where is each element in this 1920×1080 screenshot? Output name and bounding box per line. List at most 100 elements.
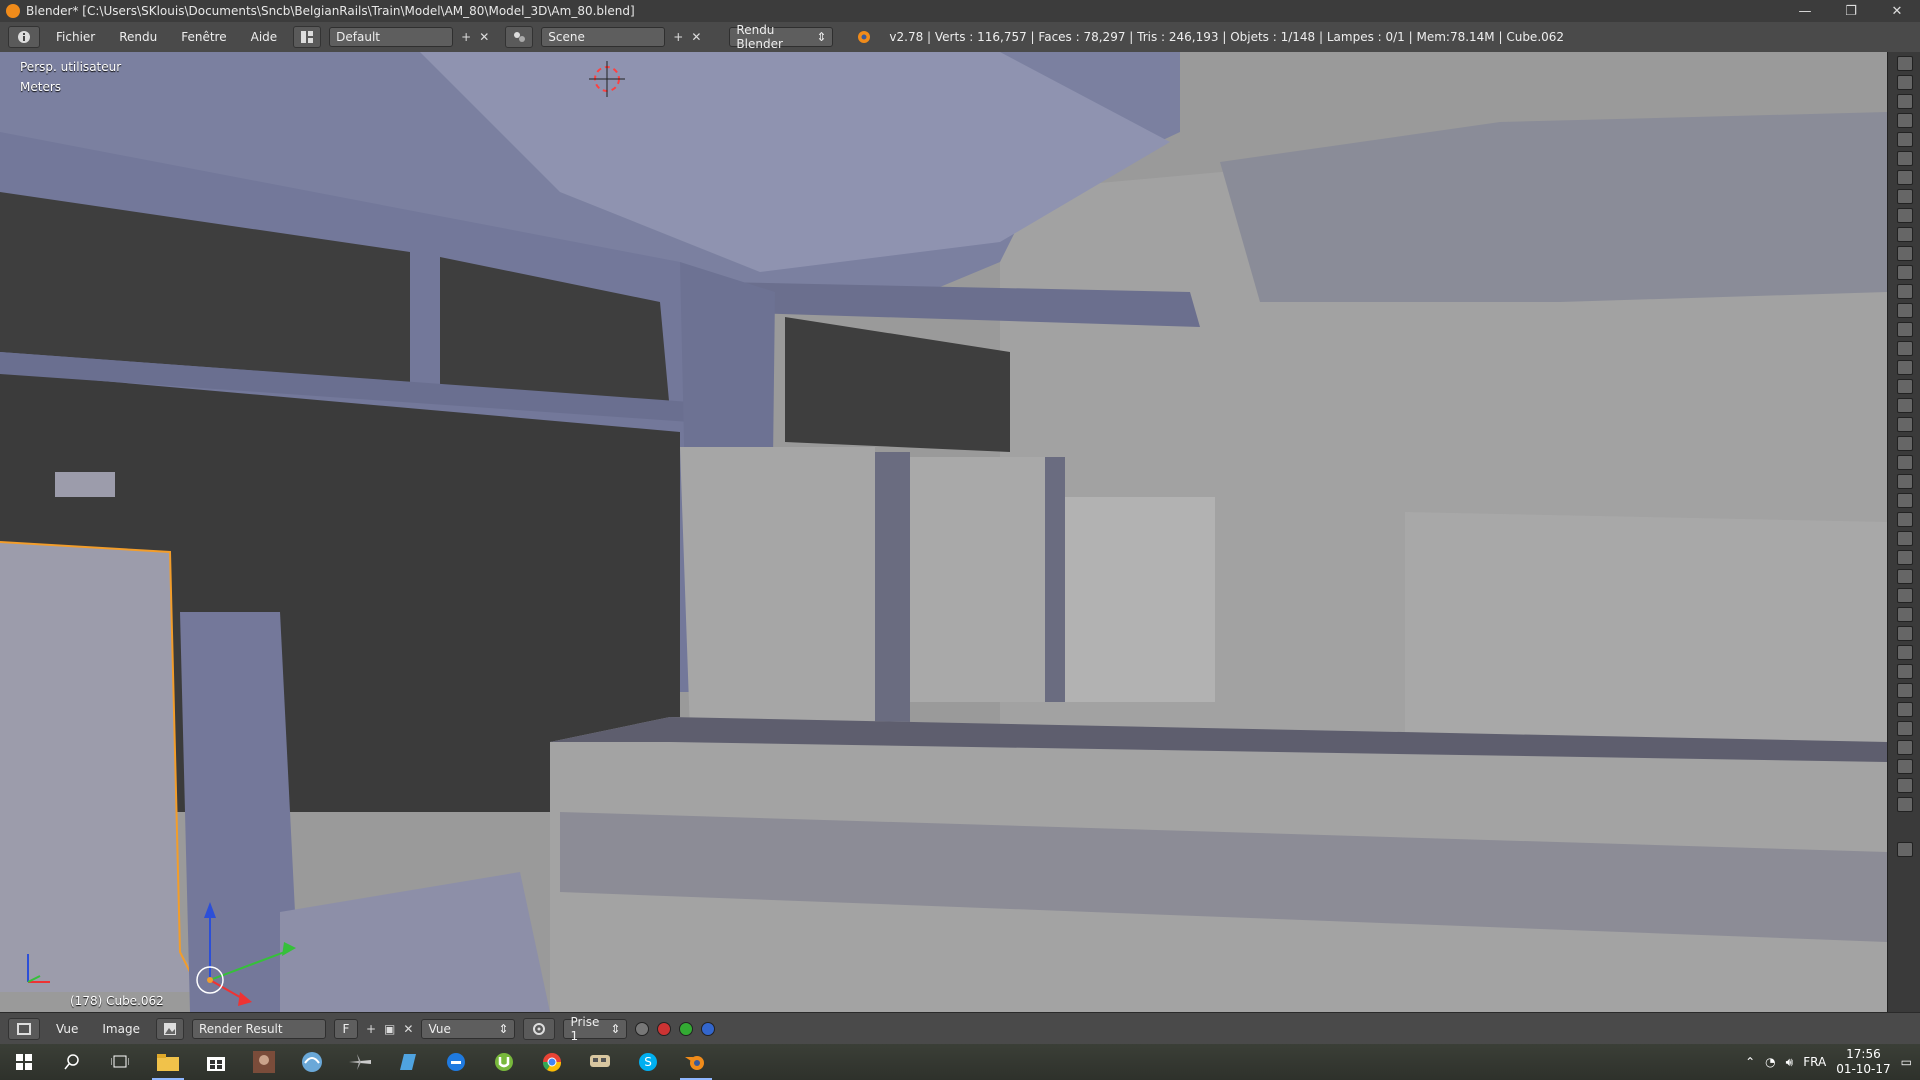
outliner-item-icon[interactable] xyxy=(1896,702,1913,717)
taskbar-app-notepad[interactable] xyxy=(384,1044,432,1080)
outliner-item-icon[interactable] xyxy=(1896,531,1913,546)
outliner-item-icon[interactable] xyxy=(1896,341,1913,356)
outliner-item-icon[interactable] xyxy=(1896,797,1913,812)
seat-back-1 xyxy=(680,447,875,732)
outliner-item-icon[interactable] xyxy=(1896,569,1913,584)
remove-scene-icon[interactable]: ✕ xyxy=(691,30,701,44)
clock[interactable]: 17:56 01-10-17 xyxy=(1836,1047,1890,1077)
outliner-item-icon[interactable] xyxy=(1896,721,1913,736)
3d-viewport[interactable]: Persp. utilisateur Meters (178) Cube.062 xyxy=(0,52,1887,1012)
outliner-item-icon[interactable] xyxy=(1896,455,1913,470)
unlink-image-icon[interactable]: ✕ xyxy=(403,1022,413,1036)
outliner-item-icon[interactable] xyxy=(1896,189,1913,204)
outliner-item-icon[interactable] xyxy=(1896,607,1913,622)
taskbar-app-chrome[interactable] xyxy=(528,1044,576,1080)
render-slot-select[interactable]: Prise 1 ⇕ xyxy=(563,1015,628,1043)
layout-name-field[interactable]: Default xyxy=(329,27,454,47)
add-scene-icon[interactable]: + xyxy=(673,30,683,44)
remove-layout-icon[interactable]: ✕ xyxy=(479,30,489,44)
taskbar-app-wing[interactable] xyxy=(288,1044,336,1080)
properties-icon[interactable] xyxy=(1896,842,1913,857)
outliner-item-icon[interactable] xyxy=(1896,94,1913,109)
network-icon[interactable]: ◔ xyxy=(1765,1055,1775,1069)
outliner-item-icon[interactable] xyxy=(1896,265,1913,280)
restore-button[interactable]: ❐ xyxy=(1828,0,1874,22)
taskbar-app-photo[interactable] xyxy=(240,1044,288,1080)
taskbar-app-blender[interactable] xyxy=(672,1044,720,1080)
outliner-strip[interactable] xyxy=(1887,52,1920,1012)
outliner-item-icon[interactable] xyxy=(1896,417,1913,432)
taskbar-app-utorrent[interactable] xyxy=(480,1044,528,1080)
taskbar-app-edge[interactable] xyxy=(432,1044,480,1080)
notifications-icon[interactable]: ▭ xyxy=(1901,1055,1912,1069)
pivot-select-button[interactable] xyxy=(523,1018,556,1040)
menu-fichier[interactable]: Fichier xyxy=(48,30,103,44)
viewport-scene[interactable] xyxy=(0,52,1887,1012)
outliner-item-icon[interactable] xyxy=(1896,170,1913,185)
outliner-item-icon[interactable] xyxy=(1896,474,1913,489)
outliner-item-icon[interactable] xyxy=(1896,113,1913,128)
tray-chevron-up-icon[interactable]: ⌃ xyxy=(1745,1055,1755,1069)
search-button[interactable] xyxy=(48,1044,96,1080)
outliner-item-icon[interactable] xyxy=(1896,379,1913,394)
outliner-item-icon[interactable] xyxy=(1896,493,1913,508)
editor-type-image-button[interactable] xyxy=(8,1018,40,1040)
outliner-item-icon[interactable] xyxy=(1896,398,1913,413)
blue-channel-icon[interactable] xyxy=(701,1022,716,1036)
view-mode-select[interactable]: Vue ⇕ xyxy=(421,1019,516,1039)
outliner-item-icon[interactable] xyxy=(1896,664,1913,679)
taskbar-app-plane[interactable] xyxy=(336,1044,384,1080)
outliner-item-icon[interactable] xyxy=(1896,645,1913,660)
taskbar-app-skype[interactable]: S xyxy=(624,1044,672,1080)
scene-selector-button[interactable] xyxy=(505,26,534,48)
outliner-item-icon[interactable] xyxy=(1896,303,1913,318)
outliner-item-icon[interactable] xyxy=(1896,436,1913,451)
outliner-item-icon[interactable] xyxy=(1896,75,1913,90)
taskbar-app-store[interactable] xyxy=(192,1044,240,1080)
store-icon xyxy=(207,1057,225,1071)
render-engine-select[interactable]: Rendu Blender ⇕ xyxy=(729,23,834,51)
add-layout-icon[interactable]: + xyxy=(461,30,471,44)
outliner-item-icon[interactable] xyxy=(1896,360,1913,375)
scene-name-field[interactable]: Scene xyxy=(541,27,666,47)
outliner-item-icon[interactable] xyxy=(1896,151,1913,166)
input-language[interactable]: FRA xyxy=(1803,1055,1826,1069)
taskbar-app-file-explorer[interactable] xyxy=(144,1044,192,1080)
screen-layout-button[interactable] xyxy=(293,26,322,48)
red-channel-icon[interactable] xyxy=(657,1022,672,1036)
volume-icon[interactable]: 🔊︎ xyxy=(1786,1055,1794,1070)
outliner-item-icon[interactable] xyxy=(1896,778,1913,793)
menu-fenetre[interactable]: Fenêtre xyxy=(173,30,234,44)
alpha-channel-icon[interactable] xyxy=(635,1022,650,1036)
open-image-icon[interactable]: ▣ xyxy=(384,1022,395,1036)
outliner-item-icon[interactable] xyxy=(1896,132,1913,147)
outliner-item-icon[interactable] xyxy=(1896,227,1913,242)
menu-aide[interactable]: Aide xyxy=(243,30,286,44)
outliner-item-icon[interactable] xyxy=(1896,512,1913,527)
menu-rendu[interactable]: Rendu xyxy=(111,30,165,44)
outliner-item-icon[interactable] xyxy=(1896,759,1913,774)
outliner-item-icon[interactable] xyxy=(1896,740,1913,755)
start-button[interactable] xyxy=(0,1044,48,1080)
outliner-item-icon[interactable] xyxy=(1896,322,1913,337)
close-button[interactable]: ✕ xyxy=(1874,0,1920,22)
task-view-button[interactable] xyxy=(96,1044,144,1080)
outliner-toggle-icon[interactable] xyxy=(1896,56,1913,71)
image-browse-button[interactable] xyxy=(155,1018,184,1040)
minimize-button[interactable]: — xyxy=(1782,0,1828,22)
menu-vue[interactable]: Vue xyxy=(48,1022,86,1036)
outliner-item-icon[interactable] xyxy=(1896,550,1913,565)
outliner-item-icon[interactable] xyxy=(1896,284,1913,299)
image-name-field[interactable]: Render Result xyxy=(191,1019,326,1039)
outliner-item-icon[interactable] xyxy=(1896,626,1913,641)
fake-user-button[interactable]: F xyxy=(333,1019,358,1039)
outliner-item-icon[interactable] xyxy=(1896,246,1913,261)
taskbar-app-train-sim[interactable] xyxy=(576,1044,624,1080)
add-image-icon[interactable]: + xyxy=(366,1022,376,1036)
green-channel-icon[interactable] xyxy=(679,1022,694,1036)
editor-type-info-button[interactable] xyxy=(8,26,40,48)
outliner-item-icon[interactable] xyxy=(1896,683,1913,698)
outliner-item-icon[interactable] xyxy=(1896,208,1913,223)
outliner-item-icon[interactable] xyxy=(1896,588,1913,603)
menu-image[interactable]: Image xyxy=(94,1022,148,1036)
